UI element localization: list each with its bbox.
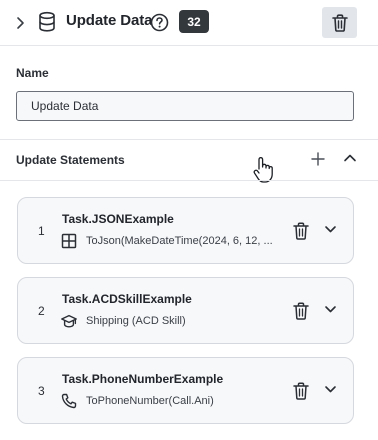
trash-icon [331, 13, 348, 32]
chevron-down-icon[interactable] [324, 385, 337, 394]
divider [0, 180, 378, 181]
statement-card[interactable]: 2 Task.ACDSkillExample Shipping (ACD Ski… [17, 277, 354, 344]
update-statements-title: Update Statements [16, 153, 125, 167]
trash-icon[interactable] [293, 382, 309, 400]
statement-value: ToJson(MakeDateTime(2024, 6, 12, ... [86, 235, 273, 247]
statement-index: 1 [38, 224, 45, 238]
graduation-cap-icon [61, 314, 77, 328]
action-title: Update Data [66, 12, 153, 29]
statement-variable: Task.ACDSkillExample [62, 292, 192, 306]
delete-action-button[interactable] [322, 7, 357, 38]
action-count-badge: 32 [179, 10, 209, 33]
statement-card[interactable]: 3 Task.PhoneNumberExample ToPhoneNumber(… [17, 357, 354, 424]
trash-icon[interactable] [293, 222, 309, 240]
phone-icon [61, 393, 77, 409]
name-label: Name [16, 66, 49, 80]
action-header: Update Data 32 [0, 0, 378, 46]
divider [0, 139, 378, 140]
statement-index: 2 [38, 304, 45, 318]
chevron-right-icon[interactable] [16, 15, 26, 31]
grid-icon [61, 233, 77, 249]
statement-variable: Task.JSONExample [62, 212, 174, 226]
statement-index: 3 [38, 384, 45, 398]
statement-value: Shipping (ACD Skill) [86, 315, 186, 327]
statement-value: ToPhoneNumber(Call.Ani) [86, 395, 214, 407]
statement-card[interactable]: 1 Task.JSONExample ToJson(MakeDateTime(2… [17, 197, 354, 264]
trash-icon[interactable] [293, 302, 309, 320]
add-statement-button[interactable] [310, 151, 326, 167]
database-icon [39, 11, 55, 32]
name-input[interactable] [16, 91, 354, 121]
chevron-down-icon[interactable] [324, 305, 337, 314]
help-icon[interactable] [150, 13, 169, 32]
chevron-down-icon[interactable] [324, 225, 337, 234]
chevron-up-icon[interactable] [343, 153, 357, 163]
statement-variable: Task.PhoneNumberExample [62, 372, 224, 386]
